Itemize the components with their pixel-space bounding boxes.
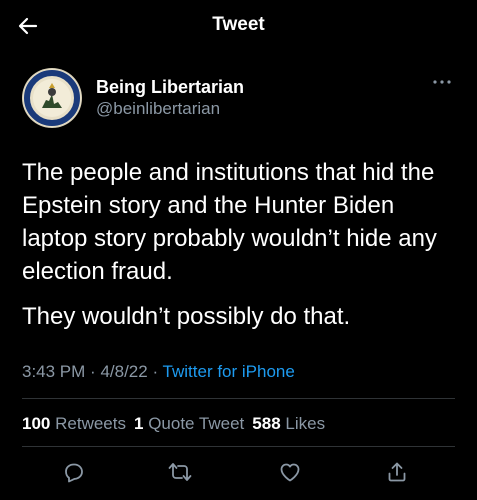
display-name[interactable]: Being Libertarian bbox=[96, 77, 244, 98]
meta-separator: · bbox=[152, 362, 159, 381]
quotes-count: 1 bbox=[133, 414, 144, 433]
action-bar bbox=[0, 456, 477, 490]
tweet-text-paragraph: They wouldn’t possibly do that. bbox=[22, 303, 351, 330]
more-options-button[interactable] bbox=[428, 72, 456, 92]
likes-label: Likes bbox=[285, 414, 326, 433]
share-icon bbox=[388, 462, 406, 482]
page-title: Tweet bbox=[212, 14, 265, 35]
top-bar: Tweet bbox=[0, 0, 477, 52]
quote-tweets-stat[interactable]: 1 Quote Tweet bbox=[134, 414, 244, 434]
likes-count: 588 bbox=[252, 414, 281, 433]
divider bbox=[22, 398, 455, 399]
like-icon bbox=[280, 463, 300, 482]
retweet-icon bbox=[168, 463, 192, 481]
engagement-stats: 100 Retweets 1 Quote Tweet 588 Likes bbox=[22, 414, 325, 434]
share-button[interactable] bbox=[381, 456, 413, 488]
more-dots-icon bbox=[433, 80, 451, 84]
reply-button[interactable] bbox=[58, 456, 90, 488]
reply-icon bbox=[65, 463, 83, 483]
tweet-text-paragraph: The people and institutions that hid the… bbox=[22, 159, 437, 285]
retweets-stat[interactable]: 100 Retweets bbox=[22, 414, 126, 434]
tweet-time[interactable]: 3:43 PM bbox=[22, 362, 85, 381]
retweets-label: Retweets bbox=[55, 414, 126, 433]
retweet-button[interactable] bbox=[164, 456, 196, 488]
tweet-source-link[interactable]: Twitter for iPhone bbox=[163, 362, 295, 381]
avatar[interactable] bbox=[22, 68, 82, 128]
retweets-count: 100 bbox=[22, 414, 51, 433]
user-handle[interactable]: @beinlibertarian bbox=[96, 99, 220, 119]
like-button[interactable] bbox=[274, 456, 306, 488]
tweet-metadata: 3:43 PM · 4/8/22 · Twitter for iPhone bbox=[22, 362, 295, 382]
quotes-label: Quote Tweet bbox=[148, 414, 245, 433]
likes-stat[interactable]: 588 Likes bbox=[252, 414, 325, 434]
logo-seal-icon bbox=[23, 69, 81, 127]
divider bbox=[22, 446, 455, 447]
tweet-date[interactable]: 4/8/22 bbox=[100, 362, 147, 381]
meta-separator: · bbox=[90, 362, 96, 381]
